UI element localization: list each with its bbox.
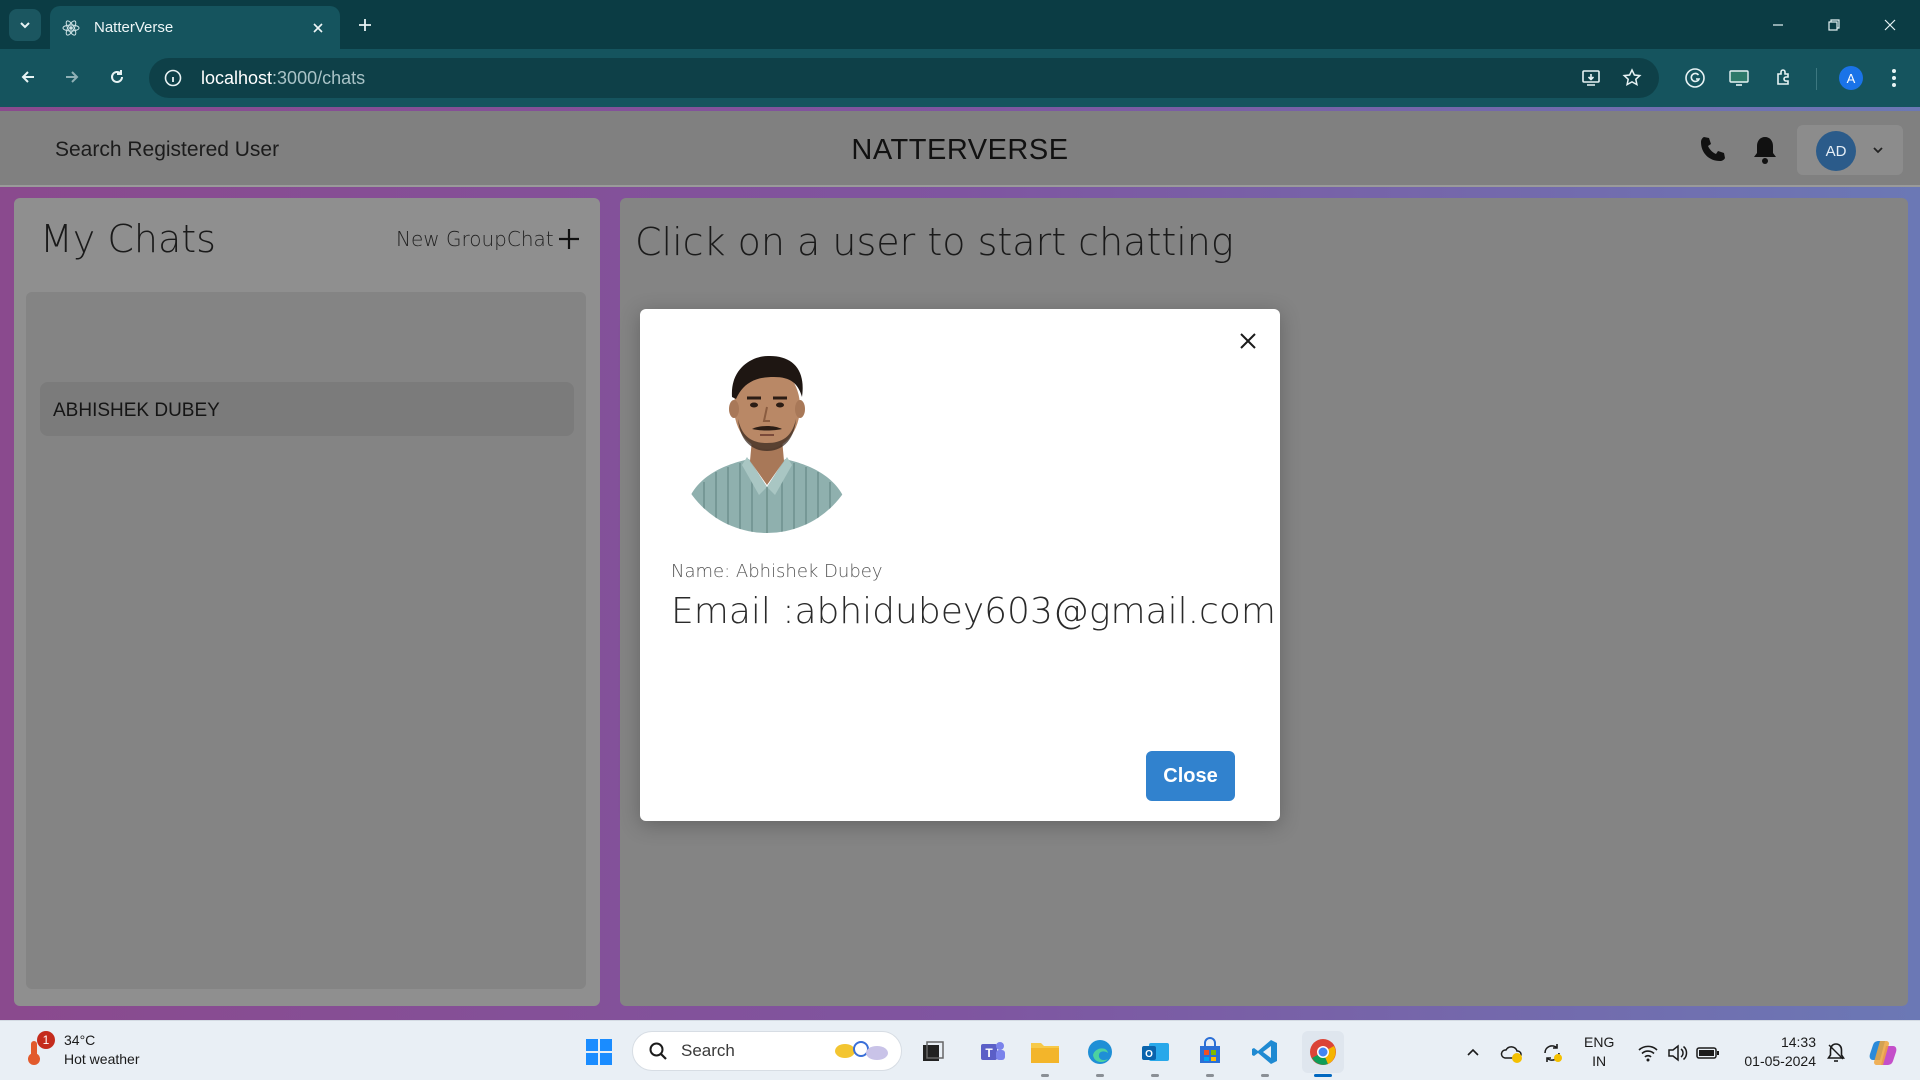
react-favicon-icon xyxy=(62,19,80,37)
restore-button[interactable] xyxy=(1806,0,1862,49)
clock-date: 01-05-2024 xyxy=(1744,1053,1816,1069)
notification-bell-icon[interactable] xyxy=(1822,1039,1850,1067)
profile-email: Email :abhidubey603@gmail.com xyxy=(671,591,1276,632)
chrome-icon[interactable] xyxy=(1302,1031,1344,1073)
my-chats-title: My Chats xyxy=(40,217,216,261)
reload-button[interactable] xyxy=(101,61,133,93)
tab-search-menu-button[interactable] xyxy=(9,9,41,41)
extensions-puzzle-icon[interactable] xyxy=(1768,62,1800,94)
chevron-down-icon xyxy=(20,22,30,29)
copilot-icon[interactable] xyxy=(1866,1036,1900,1070)
running-indicator xyxy=(1041,1074,1049,1077)
address-bar[interactable]: localhost:3000/chats xyxy=(149,58,1659,98)
app-brand-title: NATTERVERSE xyxy=(851,134,1069,166)
language-secondary: IN xyxy=(1592,1053,1607,1069)
taskbar-search-label: Search xyxy=(681,1041,735,1060)
language-primary: ENG xyxy=(1584,1034,1615,1050)
profile-name: Name: Abhishek Dubey xyxy=(671,561,883,582)
url-path: :3000/chats xyxy=(272,67,366,88)
windows-start-icon[interactable] xyxy=(581,1034,617,1070)
running-indicator xyxy=(1096,1074,1104,1077)
taskbar-search-box[interactable]: Search xyxy=(632,1031,902,1071)
back-button[interactable] xyxy=(12,61,44,93)
microsoft-store-icon[interactable] xyxy=(1192,1034,1228,1070)
windows-taskbar: 1 34°C Hot weather Search T O ENG IN 14:… xyxy=(0,1020,1920,1080)
svg-text:O: O xyxy=(1145,1049,1153,1060)
browser-menu-icon[interactable] xyxy=(1878,62,1910,94)
running-indicator xyxy=(1206,1074,1214,1077)
minimize-button[interactable] xyxy=(1750,0,1806,49)
notification-badge: 1 xyxy=(37,1031,55,1049)
minimize-icon xyxy=(1773,23,1783,26)
chat-list-item[interactable]: ABHISHEK DUBEY xyxy=(40,382,574,436)
plus-icon xyxy=(359,19,371,31)
empty-chat-message: Click on a user to start chatting xyxy=(635,220,1234,264)
profile-modal: Name: Abhishek Dubey Email :abhidubey603… xyxy=(640,309,1280,821)
browser-tabstrip: NatterVerse xyxy=(0,0,1920,49)
close-icon[interactable] xyxy=(1234,327,1262,355)
onedrive-warning-icon[interactable] xyxy=(1498,1039,1526,1067)
battery-icon[interactable] xyxy=(1694,1039,1722,1067)
wifi-icon[interactable] xyxy=(1634,1039,1662,1067)
outlook-new-icon[interactable]: O xyxy=(1137,1034,1173,1070)
close-icon xyxy=(1884,19,1896,30)
language-indicator[interactable]: ENG IN xyxy=(1584,1033,1614,1071)
browser-tab-active[interactable]: NatterVerse xyxy=(50,6,340,49)
weather-widget[interactable]: 1 34°C Hot weather xyxy=(24,1031,139,1069)
running-indicator xyxy=(1261,1074,1269,1077)
arrow-right-icon xyxy=(66,71,79,83)
active-indicator xyxy=(1314,1074,1332,1077)
site-info-icon[interactable] xyxy=(163,68,183,88)
file-explorer-icon[interactable] xyxy=(1027,1034,1063,1070)
sync-icon[interactable] xyxy=(1538,1039,1566,1067)
tab-close-icon[interactable] xyxy=(308,18,328,38)
browser-profile-avatar[interactable]: A xyxy=(1839,66,1863,90)
window-close-button[interactable] xyxy=(1862,0,1918,49)
teams-icon[interactable]: T xyxy=(974,1034,1010,1070)
chevron-down-icon xyxy=(1870,142,1886,158)
system-clock[interactable]: 14:33 01-05-2024 xyxy=(1736,1033,1816,1071)
volume-icon[interactable] xyxy=(1663,1039,1691,1067)
toolbar-separator xyxy=(1816,68,1817,90)
bell-icon[interactable] xyxy=(1748,133,1782,167)
restore-icon xyxy=(1828,18,1840,31)
avatar: AD xyxy=(1816,131,1856,171)
clock-time: 14:33 xyxy=(1780,1034,1816,1050)
search-highlight-icon xyxy=(831,1037,891,1065)
weather-temperature: 34°C xyxy=(64,1032,96,1048)
bookmark-star-icon[interactable] xyxy=(1616,62,1648,94)
close-button[interactable]: Close xyxy=(1146,751,1235,801)
svg-text:T: T xyxy=(985,1046,993,1060)
user-menu-button[interactable]: AD xyxy=(1797,125,1903,175)
screen-extension-icon[interactable] xyxy=(1723,62,1755,94)
thermometer-icon: 1 xyxy=(24,1031,55,1067)
url-host: localhost xyxy=(201,67,273,88)
vscode-icon[interactable] xyxy=(1247,1034,1283,1070)
new-group-chat-label: New GroupChat xyxy=(396,227,554,251)
tab-title: NatterVerse xyxy=(94,19,174,36)
forward-button[interactable] xyxy=(56,61,88,93)
running-indicator xyxy=(1151,1074,1159,1077)
arrow-left-icon xyxy=(21,71,34,83)
app-header: Search Registered User NATTERVERSE AD xyxy=(0,111,1920,187)
profile-photo xyxy=(674,347,860,533)
browser-toolbar: localhost:3000/chats A xyxy=(0,49,1920,107)
my-chats-panel: My Chats New GroupChat ABHISHEK DUBEY xyxy=(14,198,600,1006)
plus-icon xyxy=(556,226,582,252)
chevron-up-icon[interactable] xyxy=(1459,1039,1487,1067)
edge-browser-icon[interactable] xyxy=(1082,1034,1118,1070)
phone-icon[interactable] xyxy=(1695,133,1729,167)
grammarly-extension-icon[interactable] xyxy=(1679,62,1711,94)
task-view-icon[interactable] xyxy=(915,1034,951,1070)
new-group-chat-button[interactable]: New GroupChat xyxy=(396,226,582,252)
weather-description: Hot weather xyxy=(64,1051,140,1067)
install-app-icon[interactable] xyxy=(1575,62,1607,94)
new-tab-button[interactable] xyxy=(352,12,378,38)
reload-icon xyxy=(111,70,123,83)
search-icon xyxy=(647,1040,669,1062)
